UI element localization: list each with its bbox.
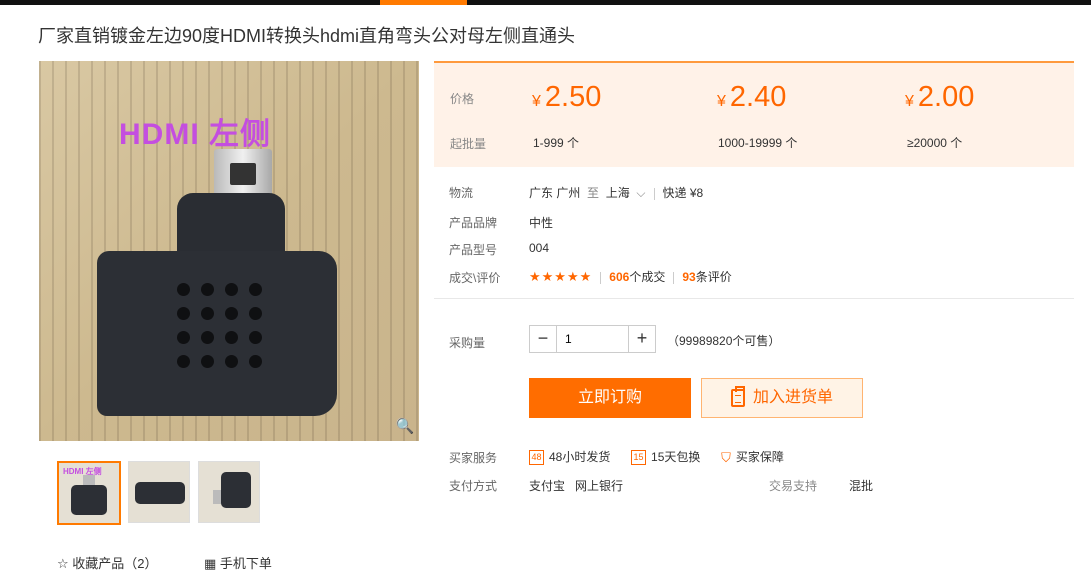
chevron-down-icon: ⌵: [636, 186, 646, 200]
thumbnail-3[interactable]: [198, 461, 260, 523]
quantity-label: 采购量: [449, 336, 486, 350]
add-to-cart-button[interactable]: 加入进货单: [701, 378, 863, 418]
product-title: 厂家直销镀金左边90度HDMI转换头hdmi直角弯头公对母左侧直通头: [38, 26, 576, 46]
clipboard-icon: [730, 385, 745, 407]
thumbnail-2[interactable]: [128, 461, 190, 523]
increase-button[interactable]: +: [628, 326, 655, 352]
buyer-services-label: 买家服务: [449, 451, 498, 465]
quantity-stepper: − +: [529, 325, 656, 353]
deals-link[interactable]: 606个成交: [609, 270, 665, 284]
deals-reviews-label: 成交\评价: [449, 271, 501, 285]
image-overlay-label: HDMI 左侧: [119, 118, 271, 151]
buyer-services: 48 48小时发货 15 15天包换 ⛉ 买家保障: [529, 448, 784, 466]
destination-select[interactable]: 上海 ⌵: [606, 186, 646, 200]
favorite-product-link[interactable]: ☆ 收藏产品（2）: [57, 553, 158, 572]
deals-reviews-value: ★★★★★ 606个成交 93条评价: [529, 268, 732, 285]
shield-icon: ⛉: [721, 449, 731, 465]
price-label: 价格: [450, 92, 475, 106]
48h-shipping-icon: 48: [529, 450, 544, 466]
qty-range-2: 1000-19999 个: [718, 136, 798, 150]
top-bar-accent: [380, 0, 467, 5]
qty-range-3: ≥20000 个: [907, 136, 963, 150]
logistics-label: 物流: [449, 186, 474, 200]
trade-support-label: 交易支持: [769, 479, 818, 493]
thumbnail-1[interactable]: HDMI 左侧: [57, 461, 121, 525]
brand-label: 产品品牌: [449, 216, 498, 230]
reviews-link[interactable]: 93条评价: [682, 270, 731, 284]
trade-support-value: 混批: [849, 479, 874, 493]
model-value: 004: [529, 241, 550, 255]
decrease-button[interactable]: −: [530, 326, 557, 352]
brand-value: 中性: [529, 216, 554, 230]
buy-now-button[interactable]: 立即订购: [529, 378, 691, 418]
price-tier-2: ¥2.40: [717, 81, 787, 113]
quantity-input[interactable]: [557, 326, 627, 352]
price-tier-1: ¥2.50: [532, 81, 602, 113]
mobile-order-link[interactable]: ▦ 手机下单: [204, 553, 272, 572]
logistics-value: 广东 广州 至 上海 ⌵ 快递 ¥8: [529, 186, 704, 200]
qty-range-1: 1-999 个: [533, 136, 580, 150]
model-label: 产品型号: [449, 243, 498, 257]
section-divider: [434, 298, 1074, 299]
price-panel: 价格 起批量 ¥2.50 ¥2.40 ¥2.00 1-999 个 1000-19…: [434, 61, 1074, 167]
payment-methods: 支付宝 网上银行: [529, 479, 624, 493]
zoom-icon[interactable]: 🔍: [395, 417, 415, 437]
price-tier-3: ¥2.00: [905, 81, 975, 113]
min-order-label: 起批量: [450, 137, 487, 151]
plug-slot: [230, 163, 256, 185]
15-day-exchange-icon: 15: [631, 450, 647, 466]
adapter-grip-dots: [177, 283, 262, 368]
payment-label: 支付方式: [449, 479, 498, 493]
top-bar: [0, 0, 1091, 5]
stock-available: （99989820个可售）: [667, 334, 781, 348]
main-product-image[interactable]: HDMI 左侧 🔍: [39, 61, 419, 441]
rating-stars-icon: ★★★★★: [529, 269, 593, 284]
